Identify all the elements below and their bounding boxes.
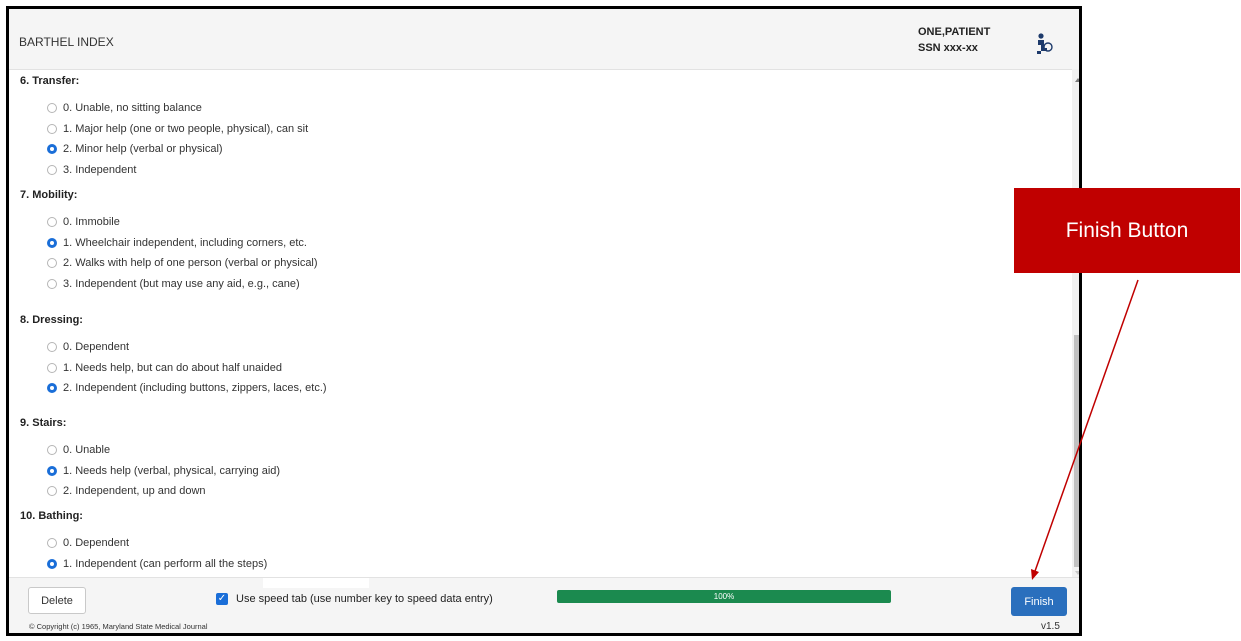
radio-option-label: 2. Walks with help of one person (verbal… bbox=[63, 257, 318, 269]
radio-option-label: 1. Needs help, but can do about half una… bbox=[63, 361, 282, 374]
radio-option-label: 0. Dependent bbox=[63, 341, 130, 353]
radio-selected[interactable] bbox=[47, 144, 57, 154]
radio-option[interactable]: 2. Independent (including buttons, zippe… bbox=[47, 380, 327, 396]
radio-unselected[interactable] bbox=[47, 445, 57, 455]
radio-selected[interactable] bbox=[47, 465, 57, 476]
radio-option[interactable]: 0. Dependent bbox=[47, 339, 129, 355]
radio-option[interactable]: 0. Unable bbox=[47, 442, 110, 458]
radio-option-label: 0. Dependent bbox=[63, 537, 130, 549]
radio-selected[interactable] bbox=[47, 383, 57, 393]
radio-option-label: 2. Independent (including buttons, zippe… bbox=[63, 382, 327, 394]
radio-unselected[interactable] bbox=[47, 278, 57, 289]
radio-unselected[interactable] bbox=[47, 123, 57, 134]
section-title: 10. Bathing: bbox=[20, 510, 83, 522]
radio-option[interactable]: 1. Independent (can perform all the step… bbox=[47, 556, 267, 572]
radio-option-label: 3. Independent (but may use any aid, e.g… bbox=[63, 277, 300, 290]
radio-unselected[interactable] bbox=[47, 164, 57, 175]
radio-unselected[interactable] bbox=[47, 258, 57, 268]
radio-selected[interactable] bbox=[47, 237, 57, 248]
radio-unselected[interactable] bbox=[47, 342, 57, 352]
radio-option[interactable]: 3. Independent bbox=[47, 162, 136, 178]
radio-unselected[interactable] bbox=[47, 217, 57, 227]
radio-unselected[interactable] bbox=[47, 103, 57, 113]
page-title: BARTHEL INDEX bbox=[19, 35, 114, 49]
radio-unselected[interactable] bbox=[47, 538, 57, 548]
questionnaire-scroll-area[interactable]: 6. Transfer: 0. Unable, no sitting balanc… bbox=[9, 69, 1069, 577]
radio-option[interactable]: 2. Minor help (verbal or physical) bbox=[47, 141, 223, 157]
radio-option[interactable]: 2. Walks with help of one person (verbal… bbox=[47, 255, 318, 271]
section-title: 6. Transfer: bbox=[20, 75, 80, 87]
radio-option-label: 3. Independent bbox=[63, 163, 137, 176]
progress-bar-fill: 100% bbox=[557, 590, 891, 603]
speed-tab-label: Use speed tab (use number key to speed d… bbox=[236, 593, 493, 605]
footer-bar: Delete ✓ Use speed tab (use number key t… bbox=[9, 577, 1079, 633]
scroll-down-arrow-icon[interactable] bbox=[1075, 571, 1079, 575]
patient-ssn: SSN xxx-xx bbox=[918, 42, 978, 54]
radio-option[interactable]: 0. Dependent bbox=[47, 535, 129, 551]
radio-option[interactable]: 3. Independent (but may use any aid, e.g… bbox=[47, 276, 300, 292]
radio-option-label: 2. Independent, up and down bbox=[63, 485, 206, 497]
checkmark-icon: ✓ bbox=[217, 593, 227, 604]
radio-unselected[interactable] bbox=[47, 486, 57, 496]
speed-tab-highlight bbox=[263, 578, 369, 588]
radio-option[interactable]: 1. Needs help (verbal, physical, carryin… bbox=[47, 463, 280, 479]
radio-option[interactable]: 1. Major help (one or two people, physic… bbox=[47, 121, 308, 137]
radio-option-label: 0. Unable bbox=[63, 444, 111, 456]
progress-bar: 100% bbox=[557, 590, 891, 603]
radio-option[interactable]: 0. Unable, no sitting balance bbox=[47, 100, 202, 116]
speed-tab-checkbox[interactable]: ✓ bbox=[216, 593, 228, 605]
radio-selected[interactable] bbox=[47, 558, 57, 569]
radio-option[interactable]: 2. Independent, up and down bbox=[47, 483, 206, 499]
version-label: v1.5 bbox=[1041, 621, 1060, 632]
radio-option[interactable]: 1. Wheelchair independent, including cor… bbox=[47, 235, 307, 251]
header-bar: BARTHEL INDEX ONE,PATIENT SSN xxx-xx bbox=[9, 9, 1079, 70]
barthel-index-window: BARTHEL INDEX ONE,PATIENT SSN xxx-xx 6. … bbox=[6, 6, 1082, 636]
finish-button-callout: Finish Button bbox=[1014, 188, 1240, 273]
section-title: 8. Dressing: bbox=[20, 314, 83, 326]
radio-option-label: 1. Major help (one or two people, physic… bbox=[63, 122, 309, 135]
radio-option[interactable]: 1. Needs help, but can do about half una… bbox=[47, 360, 282, 376]
callout-text: Finish Button bbox=[1065, 218, 1189, 242]
vertical-scrollbar[interactable] bbox=[1072, 69, 1079, 577]
radio-option-label: 0. Unable, no sitting balance bbox=[63, 102, 202, 114]
delete-button[interactable]: Delete bbox=[28, 587, 86, 614]
scroll-up-arrow-icon[interactable] bbox=[1075, 78, 1079, 82]
scrollbar-thumb[interactable] bbox=[1074, 335, 1079, 567]
radio-option-label: 0. Immobile bbox=[63, 216, 120, 228]
redaction-mask bbox=[979, 39, 1031, 55]
radio-option[interactable]: 0. Immobile bbox=[47, 214, 120, 230]
section-title: 7. Mobility: bbox=[20, 189, 78, 201]
radio-unselected[interactable] bbox=[47, 362, 57, 373]
radio-option-label: 1. Wheelchair independent, including cor… bbox=[63, 236, 307, 249]
radio-option-label: 2. Minor help (verbal or physical) bbox=[63, 143, 223, 155]
section-title: 9. Stairs: bbox=[20, 417, 67, 429]
patient-name: ONE,PATIENT bbox=[918, 26, 991, 38]
copyright-text: © Copyright (c) 1965, Maryland State Med… bbox=[29, 622, 208, 631]
finish-button[interactable]: Finish bbox=[1011, 587, 1067, 616]
radio-option-label: 1. Needs help (verbal, physical, carryin… bbox=[63, 464, 281, 477]
user-icon[interactable] bbox=[1035, 33, 1053, 55]
speed-tab-toggle[interactable]: ✓ Use speed tab (use number key to speed… bbox=[216, 593, 493, 605]
progress-text: 100% bbox=[713, 592, 735, 601]
radio-option-label: 1. Independent (can perform all the step… bbox=[63, 557, 268, 570]
